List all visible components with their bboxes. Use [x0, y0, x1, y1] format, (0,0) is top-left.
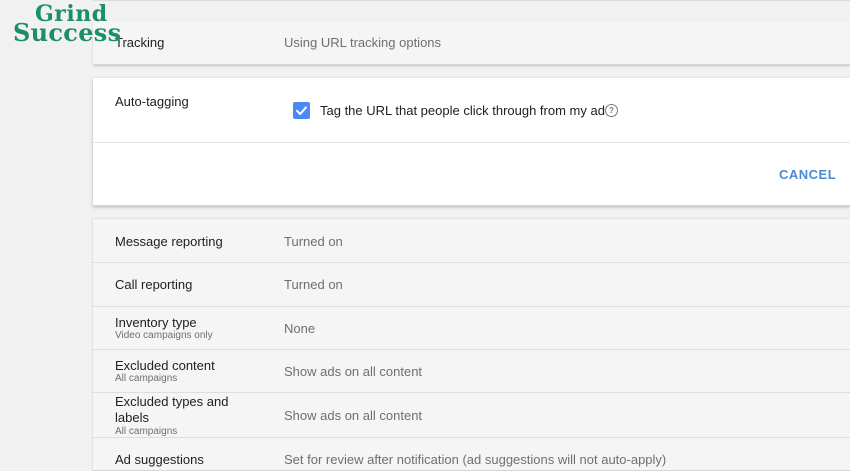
panel-divider: [93, 142, 850, 143]
grind-success-logo: Grind Success: [13, 3, 121, 45]
cancel-button[interactable]: CANCEL: [779, 167, 836, 182]
setting-value: Show ads on all content: [284, 408, 423, 423]
top-divider: [93, 0, 850, 1]
setting-sublabel: All campaigns: [115, 426, 178, 437]
setting-label: Ad suggestions: [115, 452, 204, 467]
checkmark-icon: [296, 106, 307, 115]
setting-row-message-reporting[interactable]: Message reporting Turned on: [93, 219, 850, 263]
auto-tagging-label: Auto-tagging: [115, 94, 189, 109]
help-icon[interactable]: ?: [605, 104, 618, 117]
tracking-setting-row[interactable]: Tracking Using URL tracking options: [93, 21, 850, 65]
logo-line-2: Success: [13, 18, 122, 47]
setting-label: Excluded content: [115, 358, 215, 373]
setting-label: Inventory type: [115, 315, 197, 330]
setting-sublabel: All campaigns: [115, 373, 178, 384]
auto-tagging-checkbox-label[interactable]: Tag the URL that people click through fr…: [320, 103, 605, 118]
setting-label: Call reporting: [115, 277, 193, 292]
setting-value: None: [284, 321, 316, 336]
setting-sublabel: Video campaigns only: [115, 330, 213, 341]
setting-row-excluded-content[interactable]: Excluded content All campaigns Show ads …: [93, 349, 850, 393]
setting-value: Set for review after notification (ad su…: [284, 452, 667, 467]
setting-row-inventory-type[interactable]: Inventory type Video campaigns only None: [93, 306, 850, 350]
tracking-label: Tracking: [115, 35, 165, 50]
setting-label: Excluded types and labels: [115, 394, 229, 425]
auto-tagging-checkbox[interactable]: [293, 102, 310, 119]
tracking-value: Using URL tracking options: [284, 35, 442, 50]
setting-value: Show ads on all content: [284, 364, 423, 379]
setting-row-call-reporting[interactable]: Call reporting Turned on: [93, 262, 850, 307]
setting-value: Turned on: [284, 277, 343, 292]
setting-row-ad-suggestions[interactable]: Ad suggestions Set for review after noti…: [93, 437, 850, 470]
setting-label: Message reporting: [115, 234, 223, 249]
settings-list: Message reporting Turned on Call reporti…: [93, 219, 850, 471]
setting-row-excluded-types[interactable]: Excluded types and labels All campaigns …: [93, 392, 850, 438]
setting-value: Turned on: [284, 234, 343, 249]
auto-tagging-panel: Auto-tagging Tag the URL that people cli…: [93, 78, 850, 206]
